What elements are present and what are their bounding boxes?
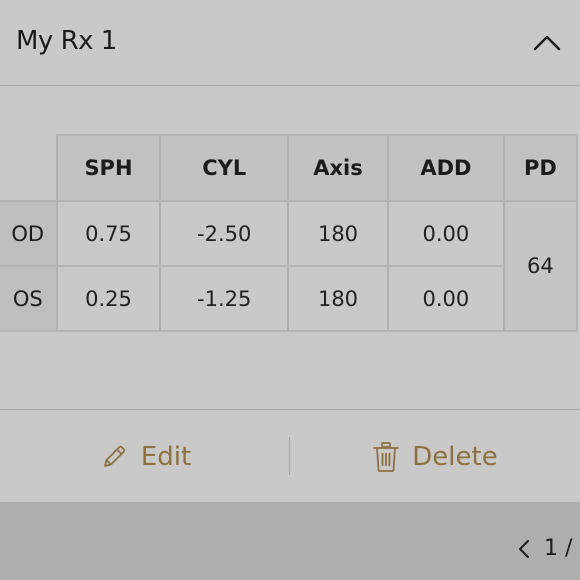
od-axis-value: 180: [286, 200, 390, 267]
od-cyl-value: -2.50: [159, 200, 289, 267]
os-add-value: 0.00: [387, 265, 505, 332]
edit-label: Edit: [140, 442, 192, 472]
column-header-add: ADD: [387, 134, 505, 202]
table-row-os: OS 0.25 -1.25 180 0.00: [0, 265, 577, 332]
column-header-sph: SPH: [55, 134, 162, 202]
edit-button[interactable]: Edit: [0, 432, 290, 482]
os-cyl-value: -1.25: [159, 265, 289, 332]
rx-card: My Rx 1 SPH CYL Axis ADD PD OD 0.75 -2.5…: [0, 0, 580, 502]
table-row-od: OD 0.75 -2.50 180 0.00 64: [0, 200, 579, 332]
os-sph-value: 0.25: [55, 265, 162, 332]
trash-icon: [372, 441, 400, 473]
footer-bar: [0, 502, 580, 580]
column-header-cyl: CYL: [159, 134, 289, 202]
collapse-button[interactable]: [526, 22, 568, 64]
table-corner: [0, 135, 58, 202]
delete-label: Delete: [412, 442, 498, 472]
os-axis-value: 180: [286, 265, 390, 332]
column-header-pd: PD: [502, 134, 579, 202]
od-sph-value: 0.75: [55, 200, 162, 267]
row-label-os: OS: [0, 265, 58, 332]
actions-divider: [0, 409, 580, 410]
chevron-up-icon: [533, 35, 561, 51]
previous-page-button[interactable]: [518, 539, 530, 559]
rx-page: My Rx 1 SPH CYL Axis ADD PD OD 0.75 -2.5…: [0, 0, 580, 580]
pencil-icon: [99, 442, 129, 472]
rx-table: SPH CYL Axis ADD PD OD 0.75 -2.50 180 0.…: [0, 134, 579, 332]
page-indicator: 1 / 1: [544, 536, 580, 561]
rx-header[interactable]: My Rx 1: [0, 0, 580, 86]
pd-value: 64: [502, 200, 579, 332]
rx-title: My Rx 1: [16, 26, 117, 56]
od-add-value: 0.00: [387, 200, 505, 267]
pagination: 1 / 1: [518, 536, 580, 561]
chevron-left-icon: [519, 539, 529, 558]
column-header-axis: Axis: [286, 134, 390, 202]
delete-button[interactable]: Delete: [290, 432, 580, 482]
row-label-od: OD: [0, 200, 58, 267]
table-header-row: SPH CYL Axis ADD PD: [0, 134, 579, 202]
